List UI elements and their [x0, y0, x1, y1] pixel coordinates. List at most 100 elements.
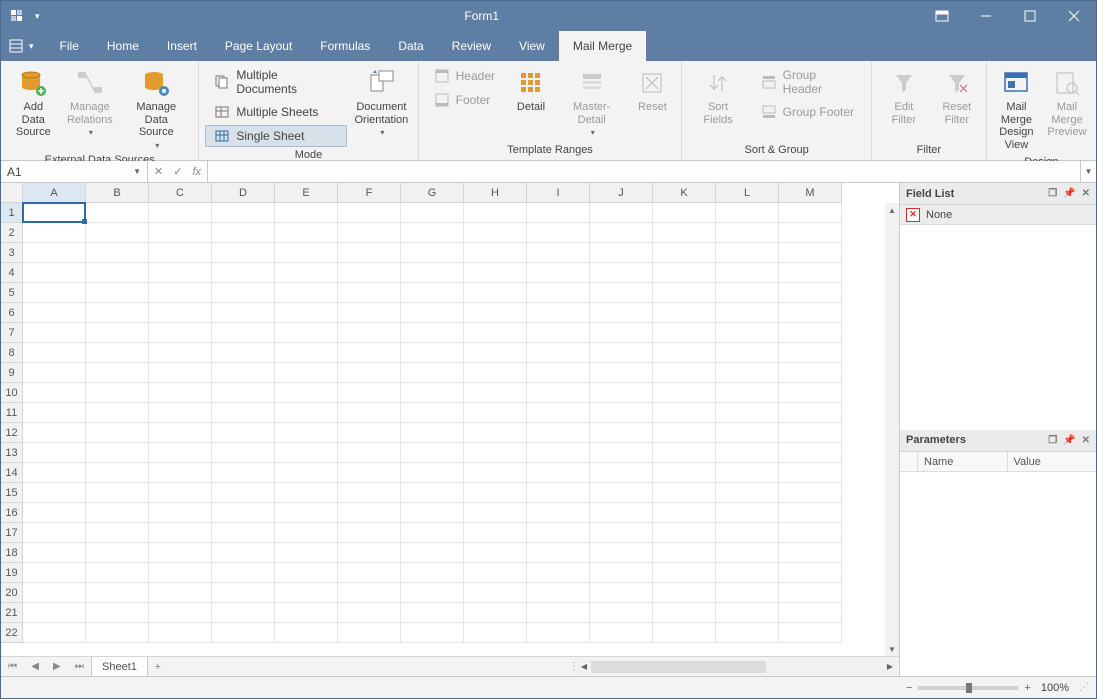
cell[interactable] — [212, 443, 275, 463]
cell[interactable] — [653, 603, 716, 623]
cell[interactable] — [464, 603, 527, 623]
cell[interactable] — [401, 443, 464, 463]
detail-button[interactable]: Detail — [508, 65, 554, 116]
cell[interactable] — [401, 523, 464, 543]
cell[interactable] — [86, 323, 149, 343]
tab-data[interactable]: Data — [384, 31, 437, 61]
cell[interactable] — [86, 383, 149, 403]
zoom-out-button[interactable]: − — [906, 682, 912, 694]
cell[interactable] — [338, 303, 401, 323]
col-header[interactable]: G — [401, 183, 464, 203]
cell[interactable] — [275, 203, 338, 223]
cell[interactable] — [779, 623, 842, 643]
cell[interactable] — [275, 283, 338, 303]
select-all-corner[interactable] — [1, 183, 23, 203]
cell[interactable] — [779, 283, 842, 303]
cell[interactable] — [464, 223, 527, 243]
cell[interactable] — [275, 443, 338, 463]
cell[interactable] — [590, 623, 653, 643]
cell[interactable] — [779, 303, 842, 323]
cell[interactable] — [653, 383, 716, 403]
cell[interactable] — [86, 463, 149, 483]
cell[interactable] — [779, 563, 842, 583]
col-header[interactable]: H — [464, 183, 527, 203]
cell[interactable] — [86, 623, 149, 643]
cell[interactable] — [86, 543, 149, 563]
cell[interactable] — [338, 243, 401, 263]
cell[interactable] — [527, 203, 590, 223]
cell[interactable] — [653, 523, 716, 543]
cell[interactable] — [212, 423, 275, 443]
cell[interactable] — [527, 243, 590, 263]
cell[interactable] — [716, 603, 779, 623]
cell[interactable] — [779, 263, 842, 283]
cell[interactable] — [275, 623, 338, 643]
cell[interactable] — [401, 263, 464, 283]
cell[interactable] — [401, 303, 464, 323]
cell[interactable] — [23, 603, 86, 623]
add-data-source-button[interactable]: Add Data Source — [7, 65, 60, 141]
row-header[interactable]: 12 — [1, 423, 23, 443]
cell[interactable] — [653, 343, 716, 363]
cell[interactable] — [779, 203, 842, 223]
resize-grip-icon[interactable]: ⋰ — [1079, 682, 1088, 693]
zoom-level[interactable]: 100% — [1041, 682, 1069, 694]
cell[interactable] — [464, 563, 527, 583]
cell[interactable] — [779, 223, 842, 243]
col-header[interactable]: A — [23, 183, 86, 203]
scroll-down-icon[interactable]: ▼ — [885, 642, 899, 656]
cell[interactable] — [716, 263, 779, 283]
maximize-button[interactable] — [1008, 3, 1052, 29]
col-header[interactable]: B — [86, 183, 149, 203]
cell[interactable] — [212, 363, 275, 383]
cell[interactable] — [338, 343, 401, 363]
cell[interactable] — [86, 523, 149, 543]
cell[interactable] — [716, 523, 779, 543]
cell[interactable] — [149, 243, 212, 263]
row-header[interactable]: 16 — [1, 503, 23, 523]
qat-dropdown-icon[interactable]: ▾ — [31, 11, 44, 22]
cell[interactable] — [149, 623, 212, 643]
row-header[interactable]: 10 — [1, 383, 23, 403]
cell[interactable] — [401, 563, 464, 583]
cell[interactable] — [527, 303, 590, 323]
cell[interactable] — [716, 483, 779, 503]
cell[interactable] — [23, 523, 86, 543]
cell[interactable] — [275, 583, 338, 603]
enter-formula-icon[interactable]: ✓ — [173, 165, 182, 178]
cell[interactable] — [23, 243, 86, 263]
vertical-scrollbar[interactable]: ▲ ▼ — [885, 203, 899, 656]
cell[interactable] — [275, 263, 338, 283]
cell[interactable] — [338, 603, 401, 623]
cell[interactable] — [779, 503, 842, 523]
cell[interactable] — [23, 403, 86, 423]
cell[interactable] — [149, 503, 212, 523]
cell[interactable] — [275, 243, 338, 263]
cell[interactable] — [212, 243, 275, 263]
cell[interactable] — [653, 503, 716, 523]
cell[interactable] — [779, 483, 842, 503]
row-header[interactable]: 17 — [1, 523, 23, 543]
cell[interactable] — [464, 203, 527, 223]
cell[interactable] — [527, 623, 590, 643]
cell[interactable] — [653, 623, 716, 643]
cell[interactable] — [23, 463, 86, 483]
cell[interactable] — [716, 203, 779, 223]
cell[interactable] — [275, 603, 338, 623]
cell[interactable] — [653, 303, 716, 323]
cell[interactable] — [716, 563, 779, 583]
row-header[interactable]: 7 — [1, 323, 23, 343]
cell[interactable] — [527, 443, 590, 463]
cell[interactable] — [590, 263, 653, 283]
cell[interactable] — [464, 503, 527, 523]
cell[interactable] — [23, 223, 86, 243]
next-sheet-icon[interactable]: ▶ — [53, 661, 61, 672]
col-header[interactable]: J — [590, 183, 653, 203]
cell[interactable] — [779, 523, 842, 543]
cell[interactable] — [275, 363, 338, 383]
cell[interactable] — [401, 503, 464, 523]
scroll-right-icon[interactable]: ▶ — [883, 660, 897, 674]
cell[interactable] — [590, 443, 653, 463]
cell[interactable] — [86, 303, 149, 323]
row-header[interactable]: 1 — [1, 203, 23, 223]
